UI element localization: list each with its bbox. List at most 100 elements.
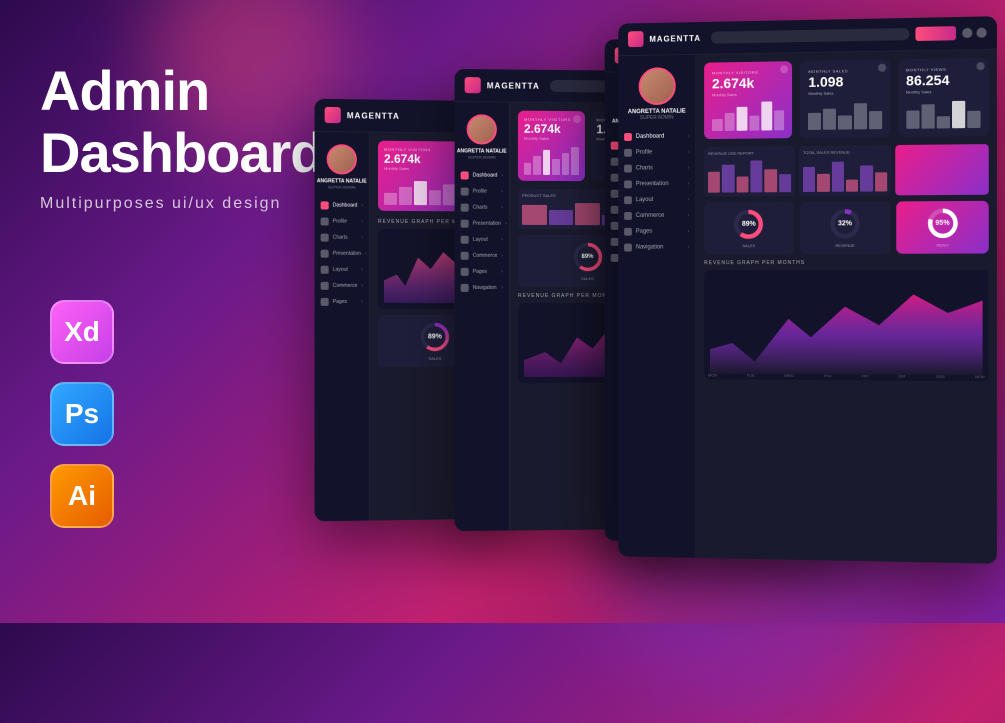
nav-commerce[interactable]: Commerce › [315, 278, 369, 294]
donut-4-revenue: 32% REVENUE [800, 201, 891, 254]
nav-charts-2[interactable]: Charts › [455, 200, 509, 216]
nav-layout-4[interactable]: Layout › [618, 192, 695, 208]
charts-icon [321, 234, 329, 242]
layout-icon [321, 266, 329, 274]
nav-pages-4[interactable]: Pages › [618, 224, 695, 240]
bar-chart-4a [708, 157, 791, 193]
panel-large: MAGENTTA ANGRETTA NATALIE SUPER ADMIN Da… [618, 16, 997, 564]
nav-presentation-2[interactable]: Presentation › [455, 216, 509, 232]
trend-icon-4b [878, 64, 886, 72]
nav-commerce-2[interactable]: Commerce › [455, 248, 509, 264]
header-upgrade-btn[interactable] [915, 26, 956, 41]
profile-icon-2 [461, 188, 469, 196]
nav-dashboard-2[interactable]: Dashboard › [455, 167, 509, 183]
donut-4-sales: 89% SALES [704, 202, 794, 254]
navigation-icon-4 [624, 244, 632, 252]
stat-sales-4: MONTHLY SALES 1.098 Monthly Sales [800, 60, 890, 138]
trend-icon-4c [976, 62, 984, 70]
charts-icon-4 [624, 165, 632, 173]
donut-chart-2: 89% [571, 241, 603, 273]
mockups-container: MAGENTTA ANGRETTA NATALIE SUPER ADMIN Da… [285, 0, 1005, 623]
profile-icon [321, 217, 329, 225]
nav-layout-2[interactable]: Layout › [455, 232, 509, 248]
donut-chart-4-index: 95% [926, 207, 959, 239]
nav-charts[interactable]: Charts › [315, 230, 369, 246]
nav-layout[interactable]: Layout › [315, 262, 369, 278]
donut-4-index: 95% INDEX [897, 201, 989, 254]
charts-icon-2 [461, 204, 469, 212]
ps-icon[interactable]: Ps [50, 382, 114, 446]
nav-presentation[interactable]: Presentation › [315, 246, 369, 262]
detail-accent [895, 144, 988, 195]
brand-dot [325, 107, 341, 123]
profile-icon-4 [624, 149, 632, 157]
presentation-icon-4 [624, 180, 632, 188]
revenue-section-4: REVENUE GRAPH PER MONTHS [704, 259, 989, 381]
avatar-medium [467, 114, 497, 144]
nav-dashboard[interactable]: Dashboard › [315, 197, 369, 213]
dashboard-icon [321, 201, 329, 209]
bar-chart-4b [803, 156, 887, 192]
presentation-icon [321, 250, 329, 258]
x-axis-labels: MON TUE WED THU FRI SAT SUN MON [708, 372, 985, 379]
avatar-small [327, 144, 357, 174]
navigation-icon-2 [461, 284, 469, 292]
detail-bar-4a: REVENUE USE REPORT [704, 146, 795, 197]
nav-navigation-2[interactable]: Navigation › [455, 280, 509, 296]
sidebar-nav-2: Dashboard › Profile › Charts › [455, 167, 509, 296]
mini-chart-2 [524, 145, 579, 175]
presentation-icon-2 [461, 220, 469, 228]
avatar-4 [638, 67, 675, 105]
xd-icon[interactable]: Xd [50, 300, 114, 364]
dashboard-icon-2 [461, 171, 469, 179]
sidebar-nav-4: Dashboard › Profile › Charts › [618, 128, 695, 255]
pages-icon-2 [461, 268, 469, 276]
nav-pages[interactable]: Pages › [315, 294, 369, 310]
detail-bar-4b: TOTAL SALES REVENUE [799, 145, 891, 196]
panel-2-sidebar: ANGRETTA NATALIE SUPER ADMIN Dashboard ›… [455, 102, 510, 531]
panel-4-sidebar: ANGRETTA NATALIE SUPER ADMIN Dashboard ›… [618, 55, 696, 563]
trend-icon-2 [572, 115, 580, 123]
header-action-icons [962, 28, 987, 39]
detail-row-4: REVENUE USE REPORT TOTAL SALES REVENUE [704, 144, 989, 197]
ai-icon[interactable]: Ai [50, 464, 114, 528]
pages-icon-4 [624, 228, 632, 236]
stat-views-4: MONTHLY VIEWS 86.254 Monthly Sales [898, 58, 989, 137]
stat-visitors-2: MONTHLY VISITORS 2.674k Monthly Sales [518, 111, 585, 182]
tool-icons-list: Xd Ps Ai [50, 300, 114, 528]
header-icon-1[interactable] [962, 28, 972, 38]
sidebar-nav-1: Dashboard › Profile › Charts › [315, 197, 369, 310]
dashboard-icon-4 [624, 133, 632, 141]
trend-icon-4a [780, 65, 788, 73]
layout-icon-4 [624, 196, 632, 204]
mini-chart-4c [906, 97, 981, 128]
panel-1-sidebar: ANGRETTA NATALIE SUPER ADMIN Dashboard ›… [315, 132, 370, 521]
brand-dot-4 [628, 31, 644, 47]
header-icon-2[interactable] [976, 28, 986, 38]
layout-icon-2 [461, 236, 469, 244]
nav-profile-4[interactable]: Profile › [618, 144, 695, 161]
brand-dot-2 [465, 77, 481, 93]
pages-icon [321, 298, 329, 306]
revenue-graph-4: MON TUE WED THU FRI SAT SUN MON [704, 270, 989, 381]
nav-navigation-4[interactable]: Navigation › [618, 239, 695, 255]
nav-profile-2[interactable]: Profile › [455, 183, 509, 199]
commerce-icon [321, 282, 329, 290]
commerce-icon-4 [624, 212, 632, 220]
donut-chart-4-revenue: 32% [829, 207, 861, 239]
donut-chart-sales: 89% [419, 321, 451, 353]
panel-4-main: MONTHLY VISITORS 2.674k Monthly Sales [696, 50, 997, 564]
nav-profile[interactable]: Profile › [315, 213, 369, 229]
nav-charts-4[interactable]: Charts › [618, 160, 695, 177]
mini-chart-4a [712, 100, 784, 131]
nav-presentation-4[interactable]: Presentation › [618, 176, 695, 192]
header-search-4[interactable] [711, 28, 910, 44]
commerce-icon-2 [461, 252, 469, 260]
nav-commerce-4[interactable]: Commerce › [618, 208, 695, 224]
nav-dashboard-4[interactable]: Dashboard › [618, 128, 695, 145]
stat-visitors-4: MONTHLY VISITORS 2.674k Monthly Sales [704, 61, 792, 139]
mini-chart-4b [808, 99, 881, 130]
donut-section-4: 89% SALES 32% REVENUE [704, 201, 989, 254]
donut-chart-4-sales: 89% [733, 208, 765, 240]
nav-pages-2[interactable]: Pages › [455, 264, 509, 280]
